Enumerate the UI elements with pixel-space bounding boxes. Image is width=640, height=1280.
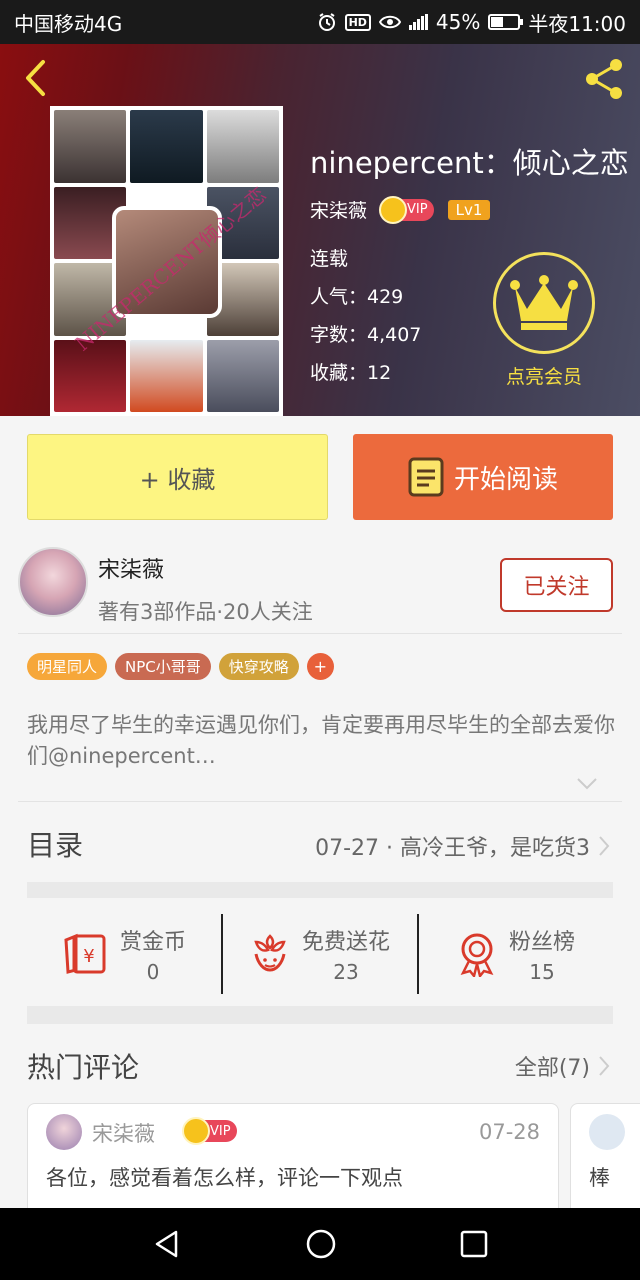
comment-date: 07-28: [478, 1120, 540, 1144]
coin-envelope-icon: ¥: [64, 933, 106, 974]
share-button[interactable]: [582, 56, 628, 102]
vip-label: VIP: [407, 202, 428, 217]
favorite-button[interactable]: + 收藏: [27, 434, 328, 520]
comment-text: 棒: [589, 1166, 610, 1190]
stats-row: ¥ 赏金币 0 免费送花 23 粉丝榜 15: [27, 914, 613, 994]
author-card-name[interactable]: 宋柒薇: [98, 552, 164, 584]
serial-status: 连载: [310, 248, 349, 270]
carrier-label: 中国移动4G: [14, 11, 123, 36]
stat-fans[interactable]: 粉丝榜 15: [417, 914, 613, 994]
system-nav-bar: [0, 1208, 640, 1280]
level-badge: Lv1: [447, 199, 491, 220]
home-circle-icon[interactable]: [305, 1228, 337, 1260]
clock: 半夜11:00: [528, 11, 626, 36]
chevron-down-icon: [577, 778, 597, 790]
author-card-info: 著有3部作品·20人关注: [98, 600, 313, 624]
all-comments-link[interactable]: 全部(7): [515, 1050, 610, 1082]
crown-icon: [379, 195, 408, 224]
book-header: NINEPERCENT倾心之恋 ninepercent：倾心之恋 宋柒薇 VIP…: [0, 44, 640, 416]
stat-value: 23: [333, 960, 359, 984]
tag-list: 明星同人 NPC小哥哥 快穿攻略 +: [27, 653, 334, 680]
tag-item[interactable]: 快穿攻略: [218, 653, 299, 680]
stat-value: 15: [529, 960, 555, 984]
tag-item[interactable]: 明星同人: [27, 653, 108, 680]
author-row: 宋柒薇 VIP Lv1: [310, 195, 491, 224]
stat-value: 0: [146, 960, 160, 984]
chevron-right-icon: [599, 1056, 610, 1076]
member-label: 点亮会员: [505, 366, 582, 388]
svg-text:¥: ¥: [83, 946, 94, 967]
book-description[interactable]: 我用尽了毕生的幸运遇见你们，肯定要再用尽毕生的全部去爱你们@ninepercen…: [27, 710, 617, 772]
stat-flowers[interactable]: 免费送花 23: [221, 914, 417, 994]
signal-icon: [408, 14, 428, 30]
vip-badge: VIP: [182, 1117, 237, 1145]
status-icons: HD 45% 半夜11:00: [317, 8, 626, 37]
comment-card[interactable]: 宋柒薇 VIP 07-28 各位，感觉看着怎么样，评论一下观点: [27, 1103, 559, 1223]
battery-icon: [488, 14, 524, 30]
latest-chapter-label: 07-27 · 高冷王爷，是吃货3: [315, 836, 590, 861]
expand-button[interactable]: [576, 776, 598, 795]
start-reading-button[interactable]: 开始阅读: [353, 434, 613, 520]
chevron-left-icon: [26, 60, 45, 96]
share-icon: [586, 59, 622, 99]
word-count: 字数：4,407: [310, 324, 422, 346]
comment-text: 各位，感觉看着怎么样，评论一下观点: [46, 1166, 403, 1190]
vip-label: VIP: [210, 1123, 231, 1139]
add-tag-button[interactable]: +: [306, 653, 334, 680]
medal-icon: [460, 933, 494, 977]
catalog-title[interactable]: 目录: [27, 824, 83, 864]
chevron-right-icon: [599, 836, 610, 856]
comment-avatar[interactable]: [46, 1114, 82, 1150]
crown-ring: [493, 252, 595, 354]
section-separator: [27, 882, 613, 898]
crown-icon: [182, 1117, 210, 1145]
favorite-count: 收藏：12: [310, 362, 392, 384]
catalog-latest-chapter[interactable]: 07-27 · 高冷王爷，是吃货3: [315, 830, 610, 862]
recents-square-icon[interactable]: [460, 1230, 488, 1258]
stat-label: 免费送花: [301, 930, 390, 955]
stat-label: 粉丝榜: [508, 930, 575, 955]
member-button[interactable]: 点亮会员: [493, 252, 595, 389]
start-reading-label: 开始阅读: [453, 464, 558, 495]
popularity: 人气：429: [310, 286, 404, 308]
stat-label: 赏金币: [119, 930, 186, 955]
comment-card[interactable]: 棒: [570, 1103, 640, 1223]
avatar[interactable]: [18, 547, 88, 617]
book-icon: [408, 457, 444, 497]
tag-item[interactable]: NPC小哥哥: [115, 653, 211, 680]
eye-icon: [378, 14, 401, 30]
crown-icon: [510, 275, 578, 330]
status-bar: 中国移动4G HD 45% 半夜11:00: [0, 0, 640, 44]
back-button[interactable]: [18, 58, 58, 98]
comment-user[interactable]: 宋柒薇: [92, 1118, 155, 1148]
book-cover[interactable]: NINEPERCENT倾心之恋: [50, 106, 283, 416]
hd-icon: HD: [344, 13, 371, 31]
back-triangle-icon[interactable]: [152, 1229, 182, 1259]
battery-percent: 45%: [435, 10, 481, 34]
hot-comments-title: 热门评论: [27, 1051, 140, 1084]
all-comments-label: 全部(7): [514, 1056, 590, 1081]
stat-reward[interactable]: ¥ 赏金币 0: [27, 914, 221, 994]
comment-avatar[interactable]: [589, 1114, 625, 1150]
flower-icon: [254, 934, 286, 972]
alarm-icon: [317, 12, 337, 32]
author-name[interactable]: 宋柒薇: [310, 196, 367, 223]
book-title: ninepercent：倾心之恋: [310, 146, 629, 180]
divider: [18, 633, 622, 634]
vip-badge: VIP: [379, 195, 434, 224]
section-separator: [27, 1006, 613, 1024]
follow-button[interactable]: 已关注: [500, 558, 613, 612]
divider: [18, 801, 622, 802]
